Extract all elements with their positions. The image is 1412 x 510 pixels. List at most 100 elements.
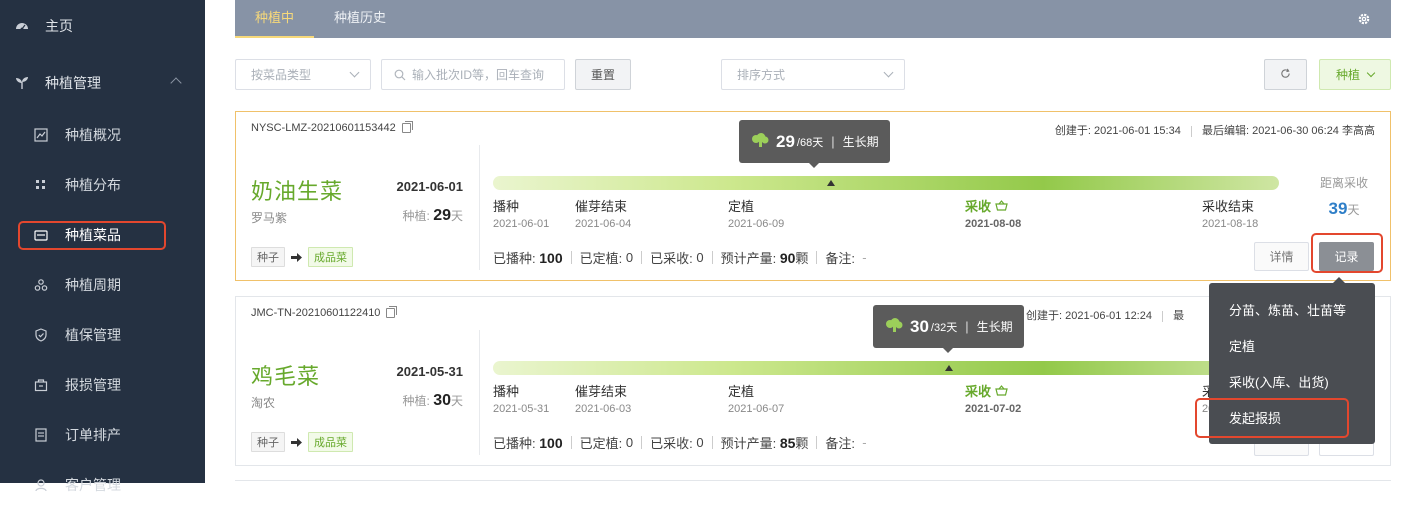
batch-meta: 创建于: 2021-06-01 15:34 最后编辑: 2021-06-30 0… bbox=[1055, 122, 1375, 138]
plant-button-label: 种植 bbox=[1335, 68, 1360, 82]
growth-tooltip: 30 /32天 | 生长期 bbox=[873, 305, 1024, 353]
progress-marker bbox=[826, 180, 835, 186]
sidebar-item-overview[interactable]: 种植概况 bbox=[0, 110, 205, 160]
document-icon bbox=[33, 427, 49, 443]
batch-id-text: NYSC-LMZ-20210601153442 bbox=[251, 122, 396, 134]
planting-days-value: 30 bbox=[433, 392, 451, 409]
category-select[interactable]: 按菜品类型 bbox=[235, 59, 371, 90]
tray-icon bbox=[33, 227, 49, 243]
record-dropdown-menu: 分苗、炼苗、壮苗等 定植 采收(入库、出货) 发起报损 bbox=[1209, 277, 1375, 444]
nav-group-label: 种植管理 bbox=[45, 75, 101, 91]
menu-item-seedling[interactable]: 分苗、炼苗、壮苗等 bbox=[1229, 300, 1346, 319]
chevron-down-icon bbox=[349, 67, 360, 78]
arrow-right-icon bbox=[291, 250, 302, 265]
sow-date: 2021-05-31 bbox=[396, 364, 464, 379]
sidebar-item-protection[interactable]: 植保管理 bbox=[0, 310, 205, 360]
copy-icon[interactable] bbox=[386, 306, 398, 318]
sidebar-item-label: 客户管理 bbox=[65, 477, 121, 493]
flow-chips: 种子 成品菜 bbox=[251, 247, 353, 267]
variety-name: 淘农 bbox=[251, 396, 276, 410]
tab-planting[interactable]: 种植中 bbox=[235, 0, 314, 38]
sidebar: 主页 种植管理 种植概况 种植分布 种植菜品 种植周期 植保管理 报损管理 订单… bbox=[0, 0, 205, 493]
menu-item-harvest[interactable]: 采收(入库、出货) bbox=[1229, 372, 1329, 391]
chip-seed: 种子 bbox=[251, 247, 285, 267]
reset-button[interactable]: 重置 bbox=[575, 59, 631, 90]
user-icon bbox=[33, 477, 49, 493]
gear-icon[interactable] bbox=[1357, 12, 1371, 26]
chip-product: 成品菜 bbox=[308, 247, 353, 267]
category-placeholder: 按菜品类型 bbox=[251, 68, 312, 82]
chevron-up-icon bbox=[170, 77, 182, 89]
sort-placeholder: 排序方式 bbox=[737, 68, 786, 82]
tooltip-total: /32天 bbox=[930, 321, 958, 334]
record-button[interactable]: 记录 bbox=[1319, 242, 1374, 271]
sidebar-item-label: 种植分布 bbox=[65, 177, 121, 193]
crop-name[interactable]: 鸡毛菜 bbox=[251, 359, 320, 391]
sow-date: 2021-06-01 bbox=[396, 179, 464, 194]
sort-select[interactable]: 排序方式 bbox=[721, 59, 905, 90]
planted-count: 0 bbox=[625, 250, 634, 265]
cycle-icon bbox=[33, 277, 49, 293]
yield-count: 90 bbox=[779, 249, 796, 266]
copy-icon[interactable] bbox=[401, 121, 413, 133]
sidebar-item-label: 植保管理 bbox=[65, 327, 121, 343]
created-label: 创建于: bbox=[1054, 125, 1091, 137]
stage-sowing: 播种 2021-05-31 bbox=[493, 384, 550, 415]
nav-home[interactable]: 主页 bbox=[0, 0, 205, 52]
sidebar-item-customers[interactable]: 客户管理 bbox=[0, 460, 205, 510]
detail-button[interactable]: 详情 bbox=[1254, 242, 1309, 271]
broccoli-icon bbox=[884, 318, 904, 335]
chip-seed: 种子 bbox=[251, 432, 285, 452]
chip-product: 成品菜 bbox=[308, 432, 353, 452]
sidebar-item-distribution[interactable]: 种植分布 bbox=[0, 160, 205, 210]
created-time: 2021-06-01 15:34 bbox=[1093, 125, 1181, 137]
edited-label: 最 bbox=[1173, 310, 1185, 322]
tab-bar: 种植中 种植历史 bbox=[235, 0, 1391, 38]
edited-time: 2021-06-30 06:24 bbox=[1252, 125, 1339, 137]
sprout-icon bbox=[14, 75, 30, 91]
tooltip-days: 30 bbox=[910, 316, 929, 336]
planted-count: 0 bbox=[625, 435, 634, 450]
menu-item-report-loss[interactable]: 发起报损 bbox=[1229, 408, 1281, 427]
batch-id: JMC-TN-20210601122410 bbox=[251, 306, 398, 319]
flow-chips: 种子 成品菜 bbox=[251, 432, 353, 452]
batch-stats: 已播种: 100 已定植: 0 已采收: 0 预计产量: 90 颗 备注: - bbox=[493, 249, 867, 267]
nav-group-planting[interactable]: 种植管理 bbox=[0, 57, 205, 109]
sidebar-item-label: 种植菜品 bbox=[65, 227, 121, 243]
grid-icon bbox=[33, 177, 49, 193]
sidebar-item-label: 报损管理 bbox=[65, 377, 121, 393]
arrow-right-icon bbox=[291, 435, 302, 450]
sown-count: 100 bbox=[539, 434, 563, 451]
tooltip-phase: 生长期 bbox=[842, 135, 879, 149]
search-icon bbox=[394, 69, 406, 81]
stage-sowing: 播种 2021-06-01 bbox=[493, 199, 550, 230]
box-icon bbox=[33, 377, 49, 393]
batch-stats: 已播种: 100 已定植: 0 已采收: 0 预计产量: 85 颗 备注: - bbox=[493, 434, 867, 452]
stage-harvest: 采收 2021-08-08 bbox=[965, 199, 1022, 230]
yield-count: 85 bbox=[779, 434, 796, 451]
variety-name: 罗马紫 bbox=[251, 211, 288, 225]
search-input[interactable]: 输入批次ID等，回车查询 bbox=[381, 59, 565, 90]
batch-id: NYSC-LMZ-20210601153442 bbox=[251, 121, 413, 134]
stage-harvest: 采收 2021-07-02 bbox=[965, 384, 1022, 415]
tab-history[interactable]: 种植历史 bbox=[334, 0, 386, 38]
refresh-button[interactable] bbox=[1264, 59, 1307, 90]
sidebar-item-crops[interactable]: 种植菜品 bbox=[0, 210, 205, 260]
sidebar-item-loss[interactable]: 报损管理 bbox=[0, 360, 205, 410]
stage-harvest-end: 采收结束 2021-08-18 bbox=[1202, 199, 1259, 230]
sidebar-item-label: 种植周期 bbox=[65, 277, 121, 293]
basket-icon bbox=[994, 384, 1008, 399]
sidebar-item-orders[interactable]: 订单排产 bbox=[0, 410, 205, 460]
batch-meta: 创建于: 2021-06-01 12:24 最 bbox=[1026, 307, 1184, 323]
edited-label: 最后编辑: bbox=[1201, 125, 1250, 137]
batch-card[interactable]: NYSC-LMZ-20210601153442 创建于: 2021-06-01 … bbox=[235, 111, 1391, 281]
basket-icon bbox=[994, 199, 1008, 214]
countdown-value: 39 bbox=[1328, 199, 1348, 218]
menu-item-transplant[interactable]: 定植 bbox=[1229, 336, 1255, 355]
chevron-down-icon bbox=[1366, 68, 1376, 77]
planting-days-value: 29 bbox=[433, 207, 451, 224]
crop-name[interactable]: 奶油生菜 bbox=[251, 174, 343, 206]
sidebar-item-cycle[interactable]: 种植周期 bbox=[0, 260, 205, 310]
plant-button[interactable]: 种植 bbox=[1319, 59, 1391, 90]
countdown-label: 距离采收 bbox=[1319, 176, 1368, 190]
